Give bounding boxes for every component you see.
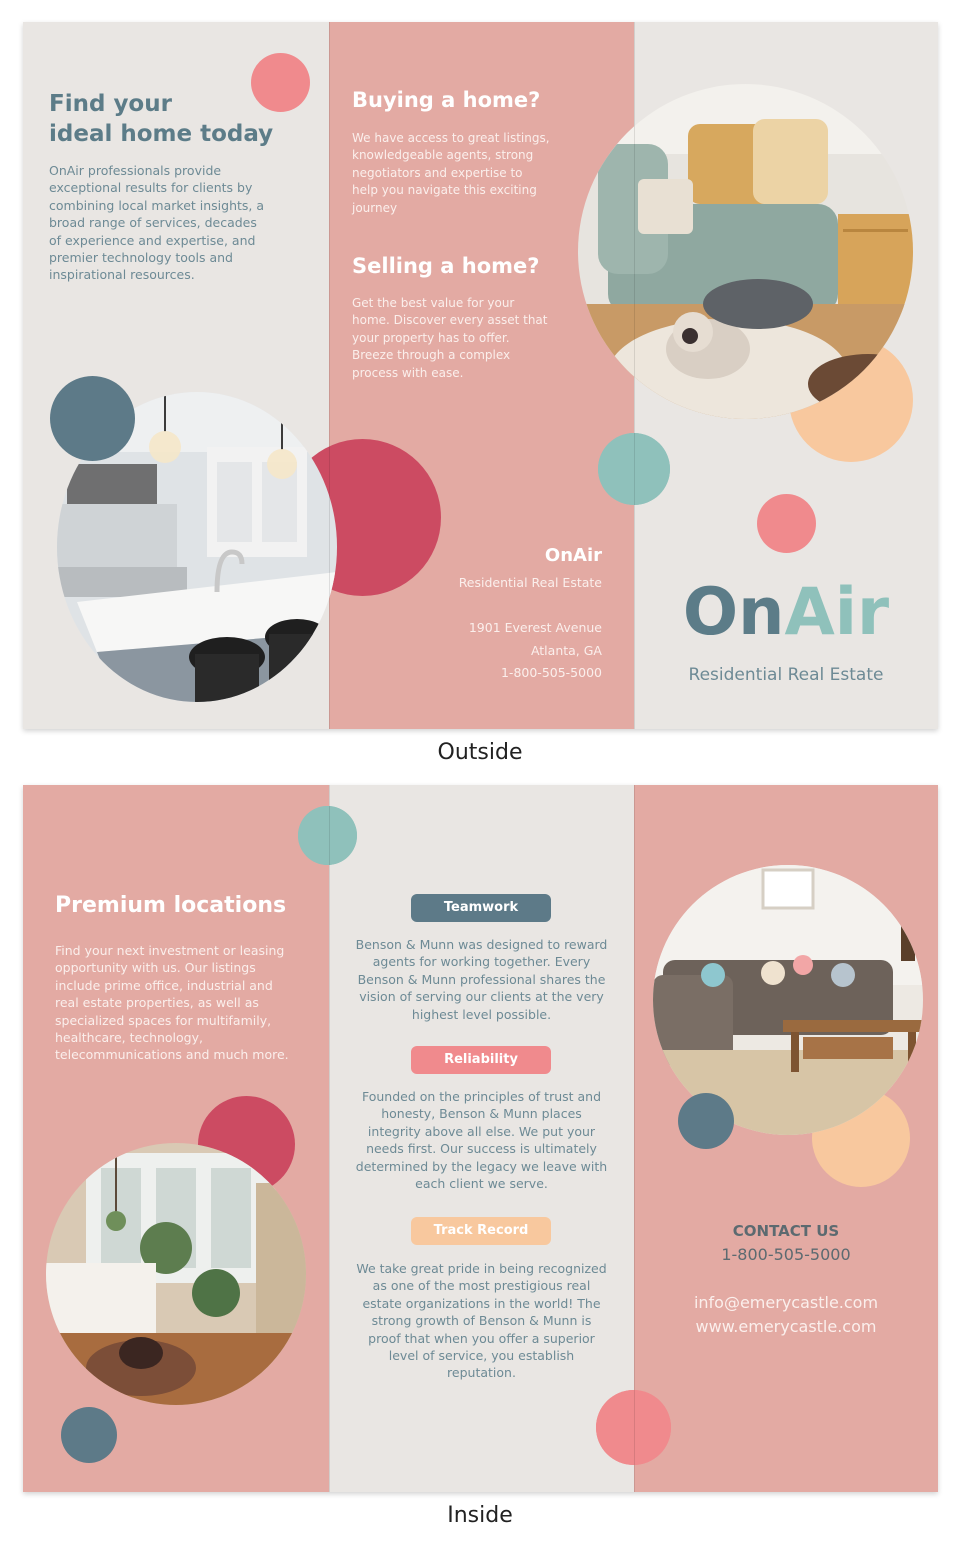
teal-dot (298, 806, 357, 865)
teamwork-label: Teamwork (411, 894, 551, 922)
track-record-label: Track Record (411, 1217, 551, 1245)
onair-logo: OnAir (634, 577, 938, 649)
premium-locations-body: Find your next investment or leasing opp… (55, 943, 289, 1063)
logo-text-on: On (682, 575, 785, 650)
contact-email[interactable]: info@emerycastle.com (634, 1293, 938, 1312)
reliability-body: Founded on the principles of trust and h… (355, 1089, 608, 1192)
coral-dot (757, 494, 816, 553)
inside-left-panel: Premium locations Find your next investm… (23, 785, 357, 1492)
outside-left-body: OnAir professionals provide exceptional … (49, 163, 265, 283)
contact-phone: 1-800-505-5000 (721, 1245, 851, 1264)
fold-line (329, 785, 330, 1492)
fold-line (634, 22, 635, 729)
premium-locations-heading: Premium locations (55, 893, 287, 918)
logo-tagline: Residential Real Estate (688, 665, 884, 685)
contact-heading: CONTACT US (732, 1222, 840, 1240)
slate-dot (678, 1093, 734, 1149)
track-record-body: We take great pride in being recognized … (356, 1261, 607, 1381)
fold-line (634, 785, 635, 1492)
inside-right-panel: CONTACT US 1-800-505-5000 info@emerycast… (596, 785, 938, 1492)
address-line-1: 1901 Everest Avenue (468, 620, 602, 635)
contact-website[interactable]: www.emerycastle.com (634, 1317, 938, 1336)
selling-heading: Selling a home? (352, 254, 540, 278)
phone-number: 1-800-505-5000 (500, 665, 602, 680)
company-name: OnAir (544, 545, 602, 566)
inside-middle-panel: Teamwork Benson & Munn was designed to r… (298, 785, 671, 1492)
slate-dot (61, 1407, 117, 1463)
buying-body: We have access to great listings, knowle… (352, 131, 550, 215)
outside-right-panel: OnAir Residential Real Estate (578, 22, 938, 729)
heading-line-1: Find your (49, 91, 172, 117)
address-line-2: Atlanta, GA (530, 643, 602, 658)
fold-line (329, 22, 330, 729)
buying-heading: Buying a home? (352, 88, 541, 112)
teamwork-body: Benson & Munn was designed to reward age… (355, 937, 608, 1022)
living-room-dog-photo (578, 84, 913, 419)
outside-left-panel: Find your ideal home today OnAir profess… (23, 22, 337, 729)
sunroom-photo (46, 1143, 306, 1405)
inside-caption: Inside (447, 1503, 513, 1528)
outside-sheet: Find your ideal home today OnAir profess… (23, 22, 938, 729)
outside-left-heading: Find your ideal home today (49, 89, 309, 149)
slate-dot (50, 376, 135, 461)
company-tagline: Residential Real Estate (458, 575, 602, 590)
outside-caption: Outside (437, 740, 523, 765)
selling-body: Get the best value for your home. Discov… (352, 296, 548, 380)
logo-text-air: Air (784, 575, 890, 650)
reliability-label: Reliability (411, 1046, 551, 1074)
inside-sheet: Premium locations Find your next investm… (23, 785, 938, 1492)
outside-middle-panel: Buying a home? We have access to great l… (284, 22, 670, 729)
heading-line-2: ideal home today (49, 121, 274, 147)
